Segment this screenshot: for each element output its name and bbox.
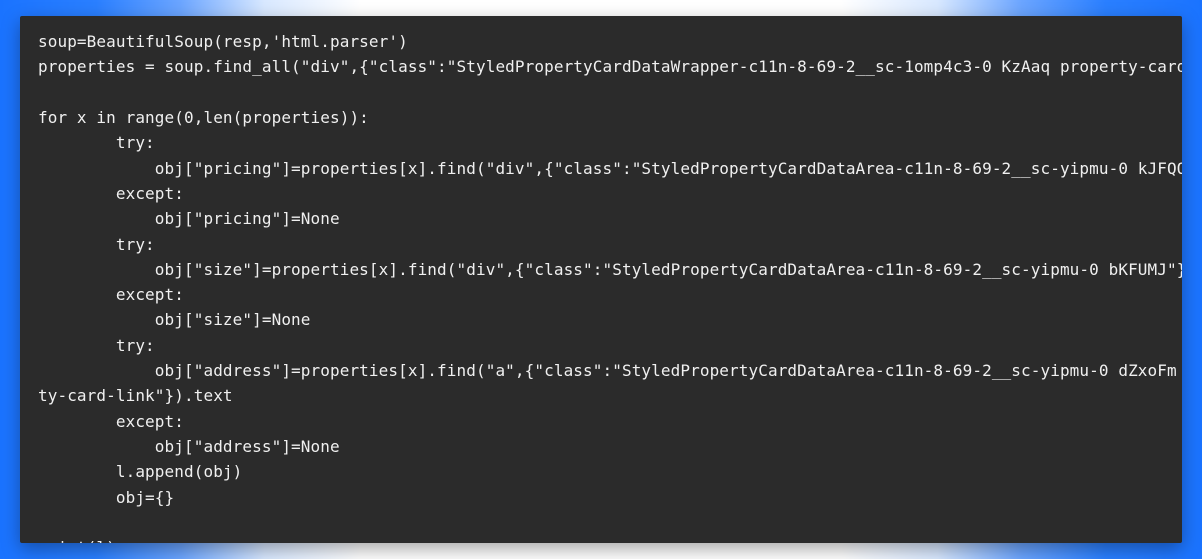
code-panel: soup=BeautifulSoup(resp,'html.parser') p… — [20, 16, 1182, 543]
code-block: soup=BeautifulSoup(resp,'html.parser') p… — [38, 30, 1164, 543]
code-content: soup=BeautifulSoup(resp,'html.parser') p… — [38, 32, 1182, 543]
